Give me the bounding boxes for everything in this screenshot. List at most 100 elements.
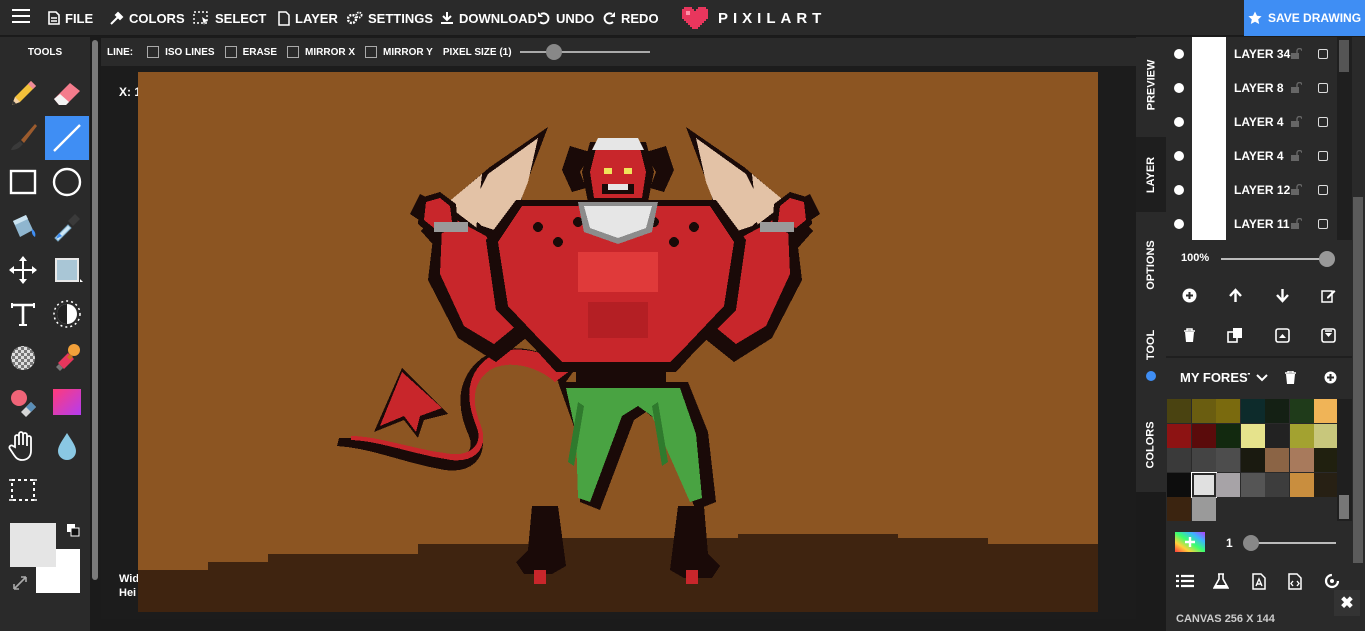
bucket-tool[interactable] [1,204,45,248]
duplicate-layer-button[interactable] [1225,325,1245,345]
close-panel-button[interactable]: ✖ [1334,590,1360,616]
palette-color-cell[interactable] [1167,448,1191,472]
checkbox-box[interactable] [147,46,160,58]
pixel-size-slider[interactable] [519,44,650,60]
flask-button[interactable] [1211,571,1231,591]
unlock-icon[interactable] [1290,184,1302,196]
layer-visibility-dot[interactable] [1174,83,1184,93]
swap-colors-icon[interactable] [66,523,80,537]
mirror-y-checkbox[interactable]: MIRROR Y [365,46,433,58]
palette-color-cell[interactable] [1216,472,1240,497]
tab-tool[interactable]: TOOL [1136,317,1166,372]
layers-scroll-thumb[interactable] [1339,40,1349,72]
layer-select-checkbox[interactable] [1318,185,1328,195]
move-layer-up-button[interactable] [1225,285,1245,305]
hand-tool[interactable] [1,424,45,468]
menu-undo[interactable]: UNDO [537,0,594,36]
tab-preview[interactable]: PREVIEW [1136,42,1166,127]
delete-palette-icon[interactable] [1285,371,1296,384]
stamp-tool[interactable] [45,336,89,380]
rectangle-tool[interactable] [1,160,45,204]
dither-tool[interactable] [1,336,45,380]
layer-visibility-dot[interactable] [1174,117,1184,127]
checkbox-box[interactable] [287,46,300,58]
text-tool[interactable] [1,292,45,336]
right-panel-scroll-thumb[interactable] [1353,197,1363,563]
palette-color-cell[interactable] [1190,471,1217,498]
menu-file[interactable]: FILE [48,0,93,36]
paint-brush-tool[interactable] [1,116,45,160]
menu-layer[interactable]: LAYER [278,0,338,36]
palette-color-cell[interactable] [1216,399,1240,423]
layer-select-checkbox[interactable] [1318,117,1328,127]
tab-colors[interactable]: COLORS [1136,402,1166,487]
palette-select[interactable]: MY FORESTS [1180,370,1250,385]
move-tool[interactable] [1,248,45,292]
palette-color-cell[interactable] [1289,423,1314,448]
palette-color-cell[interactable] [1289,472,1314,497]
menu-download[interactable]: DOWNLOAD [440,0,537,36]
layer-opacity-slider[interactable] [1221,258,1327,260]
erase-checkbox[interactable]: ERASE [224,46,277,58]
layer-select-checkbox[interactable] [1318,83,1328,93]
file-code-button[interactable] [1285,571,1305,591]
menu-select[interactable]: SELECT [193,0,266,36]
palette-color-cell[interactable] [1265,448,1289,472]
save-drawing-button[interactable]: SAVE DRAWING [1244,0,1365,36]
add-palette-icon[interactable] [1324,371,1337,384]
checkbox-box[interactable] [224,46,237,58]
mirror-x-checkbox[interactable]: MIRROR X [287,46,355,58]
layer-select-checkbox[interactable] [1318,151,1328,161]
edit-layer-button[interactable] [1318,285,1338,305]
menu-colors[interactable]: COLORS [109,0,185,36]
tab-layer[interactable]: LAYER [1136,137,1166,212]
layer-row[interactable]: LAYER 11 [1166,207,1336,240]
palette-color-cell[interactable] [1167,423,1191,448]
layer-row[interactable]: LAYER 12 [1166,173,1336,207]
layer-visibility-dot[interactable] [1174,219,1184,229]
merge-layer-up-button[interactable] [1272,325,1292,345]
layer-select-checkbox[interactable] [1318,219,1328,229]
unlock-icon[interactable] [1290,82,1302,94]
fill-shape-tool[interactable] [45,248,89,292]
palette-color-cell[interactable] [1167,399,1191,423]
palette-color-cell[interactable] [1167,497,1191,521]
palette-color-cell[interactable] [1240,472,1265,497]
file-a-button[interactable] [1249,571,1269,591]
palette-scroll-thumb[interactable] [1339,495,1349,519]
ellipse-tool[interactable] [45,160,89,204]
rainbow-add-color-button[interactable] [1175,532,1205,552]
pencil-tool[interactable] [1,72,45,116]
palette-color-cell[interactable] [1240,423,1265,448]
palette-color-cell[interactable] [1167,472,1191,497]
tools-scroll-thumb[interactable] [92,40,98,580]
layer-row[interactable]: LAYER 8 [1166,71,1336,105]
palette-color-cell[interactable] [1265,399,1289,423]
spinner-button[interactable] [1322,571,1342,591]
eyedropper-tool[interactable] [45,204,89,248]
line-tool[interactable] [45,116,89,160]
unlock-icon[interactable] [1290,48,1302,60]
pixilart-logo[interactable]: PIXILART [680,5,826,31]
blur-tool[interactable] [45,424,89,468]
menu-redo[interactable]: REDO [602,0,659,36]
palette-color-cell[interactable] [1314,448,1337,472]
layer-row[interactable]: LAYER 4 [1166,105,1336,139]
layer-visibility-dot[interactable] [1174,49,1184,59]
iso-lines-checkbox[interactable]: ISO LINES [147,46,215,58]
palette-color-cell[interactable] [1191,497,1216,521]
menu-settings[interactable]: SETTINGS [347,0,433,36]
merge-layer-down-button[interactable] [1318,325,1338,345]
unlock-icon[interactable] [1290,150,1302,162]
palette-color-cell[interactable] [1314,399,1337,423]
palette-color-cell[interactable] [1240,399,1265,423]
palette-color-cell[interactable] [1314,423,1337,448]
layer-select-checkbox[interactable] [1318,49,1328,59]
palette-color-cell[interactable] [1314,472,1337,497]
layer-visibility-dot[interactable] [1174,151,1184,161]
palette-color-cell[interactable] [1216,448,1240,472]
select-rect-tool[interactable] [1,468,45,512]
palette-color-cell[interactable] [1265,472,1289,497]
layer-visibility-dot[interactable] [1174,185,1184,195]
brush-size-knob[interactable] [1243,535,1259,551]
